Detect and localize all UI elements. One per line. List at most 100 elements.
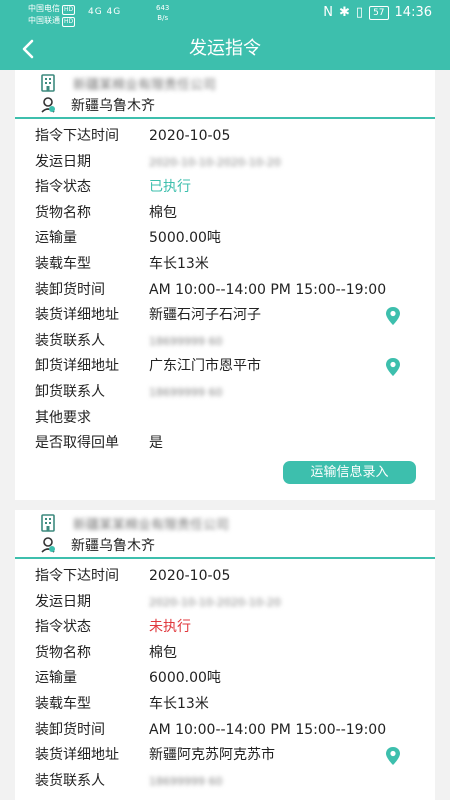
field-label: 装货联系人 [35, 772, 105, 789]
signal-icon: 4G 4G [88, 7, 122, 17]
field-label: 指令下达时间 [35, 128, 119, 144]
transport-entry-button[interactable]: 运输信息录入 [283, 461, 416, 484]
order-card: 新疆某棉业有限责任公司 新疆乌鲁木齐 指令下达时间 2020-10-05 发运日期… [15, 70, 435, 500]
field-label: 装载车型 [35, 695, 91, 712]
field-value: 新疆阿克苏阿克苏市 [149, 747, 275, 764]
field-row: 指令下达时间 2020-10-05 [15, 124, 435, 150]
company-name: 新疆某棉业有限责任公司 [73, 77, 217, 93]
field-value: 18699999 60 [149, 774, 223, 788]
page-title: 发运指令 [189, 38, 261, 59]
field-list: 指令下达时间 2020-10-05 发运日期 2020-10-10-2020-10-… [15, 119, 435, 457]
status-bar: 中国电信 HD 中国联通 HD 4G 4G 643 B/s N ✱ ▯ 57 14:… [0, 0, 450, 28]
building-icon [39, 74, 57, 92]
field-value: 车长13米 [149, 695, 209, 712]
field-value: 2020-10-10-2020-10-20 [149, 595, 281, 609]
field-label: 装卸货时间 [35, 281, 105, 298]
field-row: 装货详细地址 新疆石河子石河子 [15, 303, 435, 329]
order-card: 新疆某某棉业有限责任公司 新疆乌鲁木齐 指令下达时间 2020-10-05 发运日… [15, 510, 435, 800]
location-person-icon [39, 536, 57, 554]
field-label: 指令下达时间 [35, 568, 119, 584]
app-header: 发运指令 [0, 28, 450, 70]
map-pin-icon[interactable] [385, 746, 401, 766]
map-pin-icon[interactable] [385, 306, 401, 326]
card-header: 新疆某某棉业有限责任公司 新疆乌鲁木齐 [15, 510, 435, 557]
field-label: 运输量 [35, 230, 77, 247]
speed-value: 643 [156, 4, 170, 12]
field-label: 卸货联系人 [35, 383, 105, 400]
company-name: 新疆某某棉业有限责任公司 [73, 517, 230, 533]
hd-badge: HD [62, 5, 76, 15]
field-row: 运输量 5000.00吨 [15, 226, 435, 252]
field-label: 装载车型 [35, 255, 91, 272]
network-speed: 643 B/s [156, 3, 169, 23]
building-icon [39, 514, 57, 532]
field-row: 发运日期 2020-10-10-2020-10-20 [15, 590, 435, 616]
field-row: 指令状态 未执行 [15, 615, 435, 641]
field-label: 装货详细地址 [35, 747, 119, 764]
card-header: 新疆某棉业有限责任公司 新疆乌鲁木齐 [15, 70, 435, 117]
battery-icon: 57 [369, 5, 389, 20]
status-badge: 已执行 [149, 179, 191, 196]
field-label: 发运日期 [35, 153, 91, 170]
destination: 新疆乌鲁木齐 [71, 98, 155, 114]
carrier-1: 中国电信 [28, 4, 60, 13]
field-value: 车长13米 [149, 255, 209, 272]
field-value: 棉包 [149, 204, 177, 221]
field-row: 装货联系人 18699999 60 [15, 769, 435, 795]
field-label: 是否取得回单 [35, 435, 119, 452]
field-value: 广东江门市恩平市 [149, 358, 261, 375]
clock: 14:36 [394, 5, 432, 20]
field-row: 指令状态 已执行 [15, 175, 435, 201]
field-list: 指令下达时间 2020-10-05 发运日期 2020-10-10-2020-10-… [15, 559, 435, 794]
field-row: 装载车型 车长13米 [15, 252, 435, 278]
field-label: 指令状态 [35, 179, 91, 196]
field-label: 发运日期 [35, 593, 91, 610]
field-row: 装卸货时间 AM 10:00--14:00 PM 15:00--19:00 [15, 278, 435, 304]
vibrate-icon: ▯ [355, 5, 364, 20]
bluetooth-icon: ✱ [339, 5, 350, 20]
status-right: N ✱ ▯ 57 14:36 [323, 5, 432, 20]
field-row: 装货详细地址 新疆阿克苏阿克苏市 [15, 743, 435, 769]
carrier-info: 中国电信 HD 中国联通 HD [28, 3, 76, 27]
field-row: 装卸货时间 AM 10:00--14:00 PM 15:00--19:00 [15, 718, 435, 744]
field-label: 货物名称 [35, 644, 91, 661]
field-value: 是 [149, 435, 163, 452]
field-label: 货物名称 [35, 204, 91, 221]
field-row: 装载车型 车长13米 [15, 692, 435, 718]
field-row: 其他要求 [15, 406, 435, 432]
field-row: 装货联系人 18699999 60 [15, 329, 435, 355]
field-value: 6000.00吨 [149, 670, 221, 687]
field-value: 新疆石河子石河子 [149, 307, 261, 324]
field-row: 货物名称 棉包 [15, 201, 435, 227]
nfc-icon: N [323, 5, 334, 20]
field-label: 卸货详细地址 [35, 358, 119, 375]
carrier-2: 中国联通 [28, 16, 60, 25]
field-row: 是否取得回单 是 [15, 431, 435, 457]
field-value: AM 10:00--14:00 PM 15:00--19:00 [149, 281, 387, 298]
field-value: 5000.00吨 [149, 230, 221, 247]
field-value: AM 10:00--14:00 PM 15:00--19:00 [149, 721, 387, 738]
field-row: 货物名称 棉包 [15, 641, 435, 667]
field-row: 运输量 6000.00吨 [15, 666, 435, 692]
status-badge: 未执行 [149, 619, 191, 636]
destination: 新疆乌鲁木齐 [71, 538, 155, 554]
hd-badge: HD [62, 17, 76, 27]
field-value: 棉包 [149, 644, 177, 661]
field-row: 卸货详细地址 广东江门市恩平市 [15, 354, 435, 380]
field-label: 指令状态 [35, 619, 91, 636]
field-label: 运输量 [35, 670, 77, 687]
field-value: 2020-10-05 [149, 568, 231, 584]
field-label: 装卸货时间 [35, 721, 105, 738]
map-pin-icon[interactable] [385, 357, 401, 377]
field-value: 2020-10-10-2020-10-20 [149, 155, 281, 169]
field-row: 发运日期 2020-10-10-2020-10-20 [15, 150, 435, 176]
field-label: 装货详细地址 [35, 307, 119, 324]
field-label: 其他要求 [35, 409, 91, 426]
field-label: 装货联系人 [35, 332, 105, 349]
speed-unit: B/s [157, 14, 169, 22]
field-value: 2020-10-05 [149, 128, 231, 144]
field-value: 18699999 60 [149, 334, 223, 348]
location-person-icon [39, 96, 57, 114]
field-value: 18699999 60 [149, 385, 223, 399]
field-row: 卸货联系人 18699999 60 [15, 380, 435, 406]
